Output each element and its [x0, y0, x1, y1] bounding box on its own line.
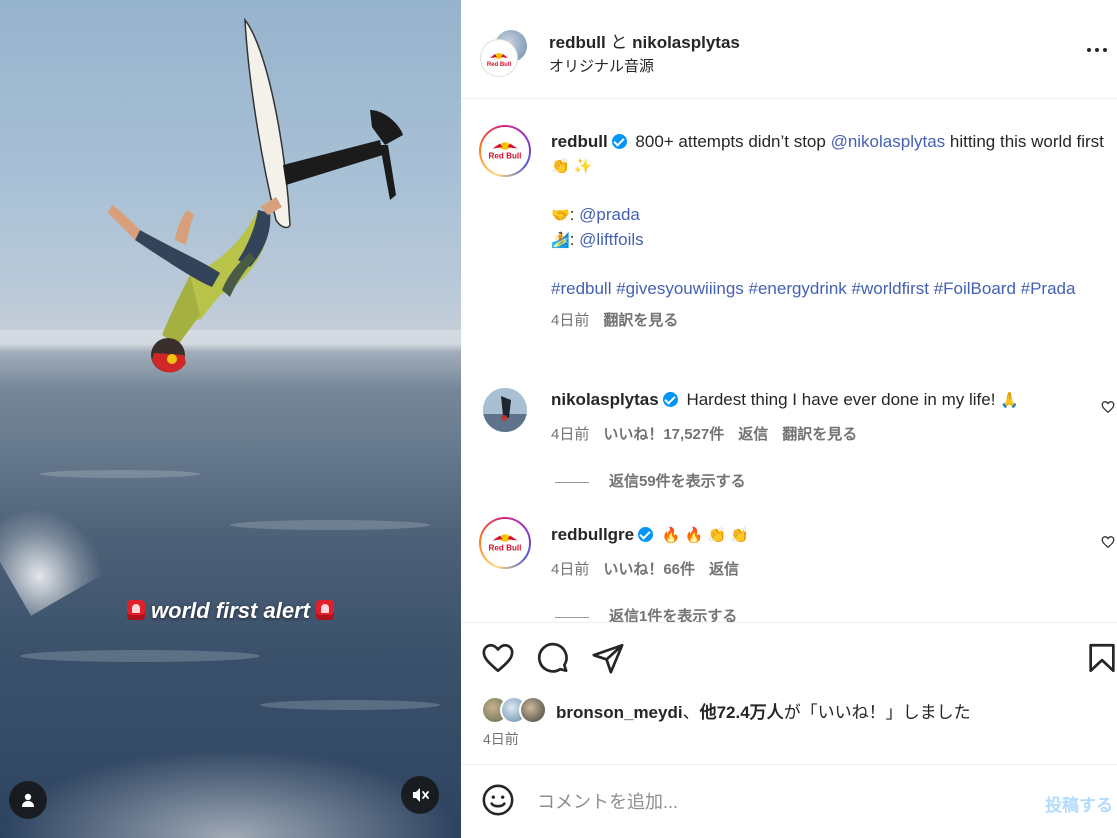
police-light-icon [315, 600, 334, 620]
reply-button[interactable]: 返信 [709, 561, 739, 578]
wave [20, 650, 260, 662]
caption-author-avatar[interactable]: Red Bull [479, 125, 531, 177]
post-actions: bronson_meydi、他72.4万人が「いいね！」しました 4日前 [461, 622, 1117, 764]
redbull-logo: Red Bull [484, 43, 514, 73]
author-link-nikolasplytas[interactable]: nikolasplytas [632, 33, 740, 52]
wave [40, 470, 200, 478]
caption-time[interactable]: 4日前 [551, 312, 589, 329]
redbull-logo: Red Bull [489, 534, 522, 553]
wave [260, 700, 440, 710]
police-light-icon [127, 600, 146, 620]
tagged-users-button[interactable] [9, 781, 47, 819]
comment-time[interactable]: 4日前 [551, 561, 589, 578]
mute-button[interactable] [401, 776, 439, 814]
likes-separator: 、 [682, 702, 700, 722]
caption-username[interactable]: redbull [551, 132, 608, 151]
comment-username[interactable]: nikolasplytas [551, 390, 659, 409]
avatar-redbull[interactable]: Red Bull [481, 40, 517, 76]
video-caption: world first alert [0, 598, 461, 624]
share-send-icon[interactable] [591, 641, 625, 675]
caption-meta: 4日前 翻訳を見る [551, 309, 1111, 333]
likes-others-count[interactable]: 他72.4万人 [700, 703, 784, 722]
video-caption-text: world first alert [151, 598, 310, 623]
post-comment-button[interactable]: 投稿する [1045, 791, 1113, 816]
comment-likes-count[interactable]: いいね！17,527件 [603, 426, 724, 443]
comment-translate-link[interactable]: 翻訳を見る [782, 426, 857, 443]
liker-avatar [519, 696, 547, 724]
comment-bubble-icon[interactable] [535, 641, 569, 675]
save-bookmark-icon[interactable] [1085, 641, 1117, 675]
liker-username[interactable]: bronson_meydi [556, 703, 683, 722]
redbull-logo: Red Bull [489, 142, 522, 161]
add-comment-bar: 投稿する [461, 764, 1117, 838]
mention-link[interactable]: @nikolasplytas [831, 132, 946, 151]
svg-text:Red Bull: Red Bull [489, 544, 522, 553]
foil-rider-illustration [108, 17, 403, 373]
reel-video[interactable]: world first alert [0, 0, 461, 838]
wave [230, 520, 430, 530]
likes-suffix: が「いいね！」しました [783, 702, 971, 722]
hashtags[interactable]: #redbull #givesyouwiiings #energydrink #… [551, 277, 1111, 301]
view-replies-button[interactable]: 返信1件を表示する [555, 605, 737, 622]
comment-input[interactable] [537, 788, 1017, 816]
like-heart-icon[interactable] [481, 641, 515, 675]
comment-username[interactable]: redbullgre [551, 525, 634, 544]
post-authors: redbull と nikolasplytas [549, 28, 740, 53]
likes-text: bronson_meydi、他72.4万人が「いいね！」しました [556, 698, 971, 723]
water-splash [0, 484, 109, 616]
comment-time[interactable]: 4日前 [551, 426, 589, 443]
collab-avatars[interactable]: Red Bull [481, 30, 529, 76]
audio-link[interactable]: オリジナル音源 [549, 55, 654, 76]
comment-like-heart-icon[interactable] [1101, 535, 1115, 549]
comment-body: nikolasplytas Hardest thing I have ever … [551, 388, 1071, 413]
comment-likes-count[interactable]: いいね！66件 [603, 561, 695, 578]
wake-foam [0, 748, 461, 838]
comments-scroll-area[interactable]: Red Bull redbull 800+ attempts didn’t st… [461, 100, 1117, 622]
surfer-emoji: 🏄 [551, 232, 570, 249]
post-header: Red Bull redbull と nikolasplytas オリジナル音源 [461, 0, 1117, 99]
caption-translate-link[interactable]: 翻訳を見る [603, 312, 678, 329]
caption-text-post: hitting this world first [945, 132, 1104, 151]
avatar-photo [483, 388, 527, 432]
comment-meta: 4日前 いいね！66件 返信 [551, 558, 753, 579]
svg-text:Red Bull: Red Bull [487, 62, 512, 68]
reply-button[interactable]: 返信 [738, 426, 768, 443]
commenter-avatar[interactable] [483, 388, 527, 432]
comment-like-heart-icon[interactable] [1101, 400, 1115, 414]
post-detail-panel: Red Bull redbull と nikolasplytas オリジナル音源… [461, 0, 1117, 838]
mention-link-prada[interactable]: @prada [579, 205, 640, 224]
verified-badge-icon [611, 134, 627, 149]
speaker-muted-icon [413, 788, 429, 802]
emoji-smiley-icon[interactable] [481, 783, 515, 817]
likes-summary[interactable]: bronson_meydi、他72.4万人が「いいね！」しました [481, 695, 971, 725]
clap-sparkle-emoji: 👏 ✨ [551, 158, 593, 175]
verified-badge-icon [662, 392, 678, 407]
person-icon [22, 793, 34, 807]
commenter-avatar[interactable]: Red Bull [479, 517, 531, 569]
credit-line-prada: 🤝: @prada [551, 203, 1111, 228]
mention-link-liftfoils[interactable]: @liftfoils [579, 230, 644, 249]
author-link-redbull[interactable]: redbull [549, 33, 606, 52]
fire-clap-emoji: 🔥 🔥 👏 👏 [661, 527, 750, 544]
handshake-emoji: 🤝 [551, 207, 570, 224]
author-connector: と [610, 33, 628, 52]
view-replies-button[interactable]: 返信59件を表示する [555, 470, 746, 491]
caption-text-pre: 800+ attempts didn’t stop [635, 132, 831, 151]
more-options-icon[interactable] [1085, 38, 1109, 62]
svg-text:Red Bull: Red Bull [489, 152, 522, 161]
post-caption: redbull 800+ attempts didn’t stop @nikol… [551, 130, 1111, 333]
comment-meta: 4日前 いいね！17,527件 返信 翻訳を見る [551, 423, 871, 444]
pray-emoji: 🙏 [1000, 392, 1019, 409]
comment-text: Hardest thing I have ever done in my lif… [686, 390, 996, 409]
credit-line-liftfoils: 🏄: @liftfoils [551, 228, 1111, 253]
comment-body: redbullgre 🔥 🔥 👏 👏 [551, 523, 1071, 548]
verified-badge-icon [638, 527, 654, 542]
post-date[interactable]: 4日前 [483, 729, 519, 749]
